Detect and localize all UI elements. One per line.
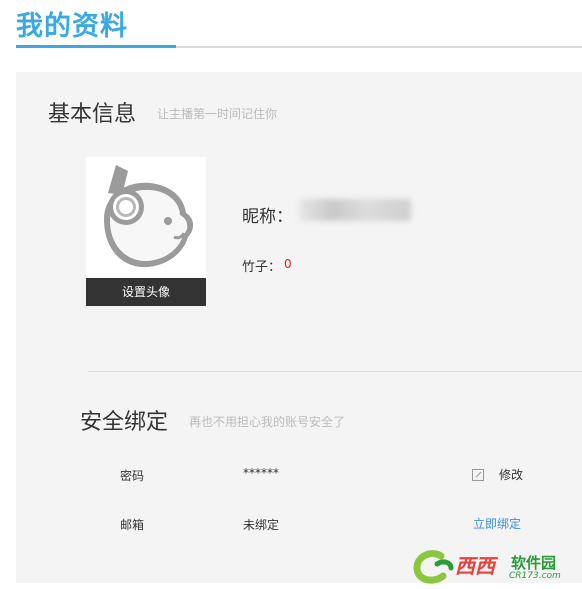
security-title: 安全绑定 [80,410,169,435]
bamboo-count: 0 [284,257,292,271]
basic-info-title: 基本信息 [48,102,137,127]
default-avatar-icon [86,157,206,278]
security-subtitle: 再也不用担心我的账号安全了 [189,415,346,429]
page-title: 我的资料 [16,11,128,42]
nickname-value [299,199,411,221]
password-value: ****** [243,466,279,480]
bind-email-link[interactable]: 立即绑定 [473,515,521,532]
watermark-url: CR173.com [509,571,561,581]
watermark-brand: 西西 [455,554,495,578]
edit-password-label: 修改 [499,468,524,482]
site-watermark: 西西 软件园 CR173.com [411,548,579,586]
nickname-label: 昵称： [242,207,293,227]
watermark-logo-icon [413,550,454,584]
profile-panel: 基本信息 让主播第一时间记住你 设置头像 昵称： 竹子： 0 安全绑定 再也不用… [16,72,582,583]
edit-password-button[interactable]: 修改 [472,466,523,483]
bamboo-label: 竹子： [242,260,282,275]
section-divider [88,371,582,372]
avatar[interactable]: 设置头像 [86,157,206,306]
basic-info-subtitle: 让主播第一时间记住你 [157,107,278,121]
set-avatar-button[interactable]: 设置头像 [86,278,206,306]
email-value: 未绑定 [243,518,280,532]
password-label: 密码 [120,469,145,483]
title-underline-accent [16,45,176,48]
edit-icon [472,468,484,481]
watermark-tagline: 软件园 [511,554,557,572]
email-label: 邮箱 [120,518,145,532]
